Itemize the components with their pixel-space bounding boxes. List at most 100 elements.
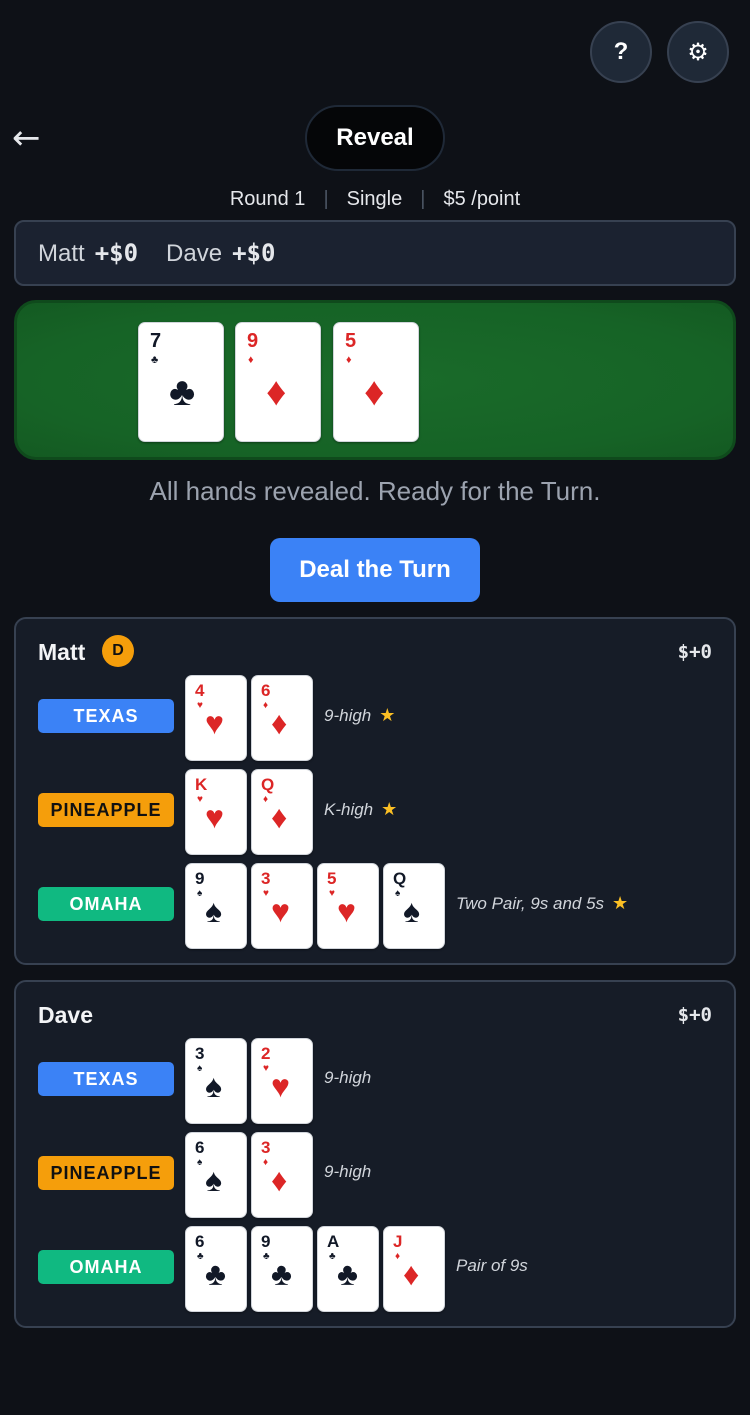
score-player-name: Dave xyxy=(166,239,223,267)
game-badge-pineapple: PINEAPPLE xyxy=(38,1156,174,1190)
card-suit-icon: ♥ xyxy=(337,893,356,929)
playing-card: 6 ♠ ♠ xyxy=(185,1132,247,1218)
playing-card: 7 ♣ ♣ xyxy=(138,322,224,442)
card-suit-small-icon: ♣ xyxy=(151,354,159,366)
hand-row-omaha: OMAHA 9 ♠ ♠ 3 ♥ ♥ 5 ♥ ♥ Q ♠ ♠ Two Pair, 9s and 5s ★ xyxy=(16,861,738,949)
card-rank: 6 xyxy=(195,1138,205,1157)
community-board: 7 ♣ ♣ 9 ♦ ♦ 5 ♦ ♦ xyxy=(14,300,736,460)
card-suit-small-icon: ♦ xyxy=(248,354,254,366)
card-rank: 9 xyxy=(247,330,259,352)
card-suit-icon: ♥ xyxy=(205,799,224,835)
hand-description: Two Pair, 9s and 5s ★ xyxy=(456,893,628,914)
player-total: $+0 xyxy=(677,1004,712,1026)
card-suit-icon: ♦ xyxy=(271,1162,288,1198)
player-name: Dave xyxy=(38,1002,93,1028)
card-suit-small-icon: ♥ xyxy=(197,700,203,711)
card-suit-icon: ♠ xyxy=(205,1068,222,1104)
playing-card: 3 ♠ ♠ xyxy=(185,1038,247,1124)
card-suit-small-icon: ♠ xyxy=(197,1157,203,1168)
hand-rank-text: Pair of 9s xyxy=(456,1256,528,1275)
card-suit-icon: ♣ xyxy=(271,1256,292,1292)
playing-card: 6 ♣ ♣ xyxy=(185,1226,247,1312)
playing-card: 5 ♦ ♦ xyxy=(333,322,419,442)
playing-card: 9 ♠ ♠ xyxy=(185,863,247,949)
player-name: Matt xyxy=(38,639,86,665)
separator: | xyxy=(420,188,426,210)
card-rank: 7 xyxy=(150,330,162,352)
playing-card: 4 ♥ ♥ xyxy=(185,675,247,761)
hand-row-texas: TEXAS 3 ♠ ♠ 2 ♥ ♥ 9-high xyxy=(16,1036,738,1124)
separator: | xyxy=(323,188,329,210)
game-badge-texas: TEXAS xyxy=(38,1062,174,1096)
playing-card: 5 ♥ ♥ xyxy=(317,863,379,949)
card-suit-icon: ♦ xyxy=(364,370,385,414)
card-suit-small-icon: ♠ xyxy=(197,1063,203,1074)
card-rank: 2 xyxy=(261,1044,271,1063)
player-panel-dave: Dave $+0 TEXAS 3 ♠ ♠ 2 ♥ ♥ 9-high PINEAPPLE 6 ♠ ♠ 3 ♦… xyxy=(14,980,736,1328)
card-suit-icon: ♦ xyxy=(266,370,287,414)
hand-rank-text: 9-high xyxy=(324,1162,372,1181)
score-amount: +$0 xyxy=(94,238,139,267)
playing-card: Q ♦ ♦ xyxy=(251,769,313,855)
playing-card: K ♥ ♥ xyxy=(185,769,247,855)
card-suit-small-icon: ♥ xyxy=(329,888,335,899)
card-suit-icon: ♠ xyxy=(205,1162,222,1198)
card-suit-small-icon: ♦ xyxy=(395,1251,401,1262)
card-suit-icon: ♥ xyxy=(271,1068,290,1104)
card-suit-icon: ♠ xyxy=(205,893,222,929)
card-suit-small-icon: ♠ xyxy=(395,888,401,899)
playing-card: Q ♠ ♠ xyxy=(383,863,445,949)
round-info: Round 1 | Single | $5 /point xyxy=(0,184,750,214)
settings-button[interactable]: ⚙ xyxy=(667,21,729,83)
playing-card: 3 ♥ ♥ xyxy=(251,863,313,949)
player-panel-matt: Matt D $+0 TEXAS 4 ♥ ♥ 6 ♦ ♦ 9-high ★ PINEAPPLE K ♥… xyxy=(14,617,736,965)
winner-star-icon: ★ xyxy=(379,705,396,726)
card-rank: A xyxy=(327,1232,340,1251)
card-suit-small-icon: ♦ xyxy=(263,700,269,711)
score-bar: Matt +$0 Dave +$0 xyxy=(14,220,736,286)
card-suit-icon: ♦ xyxy=(271,799,288,835)
card-rank: Q xyxy=(261,775,275,794)
hand-row-omaha: OMAHA 6 ♣ ♣ 9 ♣ ♣ A ♣ ♣ J ♦ ♦ Pair of 9s xyxy=(16,1224,738,1312)
hand-row-pineapple: PINEAPPLE K ♥ ♥ Q ♦ ♦ K-high ★ xyxy=(16,767,738,855)
score-amount: +$0 xyxy=(232,238,276,267)
deal-turn-button[interactable]: Deal the Turn xyxy=(270,538,480,602)
mode-label: Single xyxy=(346,188,403,210)
card-suit-icon: ♠ xyxy=(403,893,420,929)
card-suit-small-icon: ♠ xyxy=(197,888,203,899)
card-suit-icon: ♥ xyxy=(205,705,224,741)
card-suit-small-icon: ♣ xyxy=(263,1251,270,1262)
playing-card: J ♦ ♦ xyxy=(383,1226,445,1312)
card-rank: J xyxy=(393,1232,403,1251)
hand-rank-text: Two Pair, 9s and 5s xyxy=(456,894,605,913)
card-suit-icon: ♦ xyxy=(403,1256,420,1292)
score-entry: Matt +$0 xyxy=(38,239,138,268)
status-message: All hands revealed. Ready for the Turn. xyxy=(149,476,601,506)
hand-description: K-high ★ xyxy=(324,799,397,820)
score-entry: Dave +$0 xyxy=(166,239,275,268)
card-rank: 5 xyxy=(327,869,337,888)
winner-star-icon: ★ xyxy=(381,799,398,820)
hand-rank-text: K-high xyxy=(324,800,374,819)
score-player-name: Matt xyxy=(38,239,85,267)
player-total: $+0 xyxy=(677,641,712,663)
playing-card: 9 ♣ ♣ xyxy=(251,1226,313,1312)
card-rank: 9 xyxy=(195,869,205,888)
card-suit-icon: ♦ xyxy=(271,705,288,741)
card-rank: 4 xyxy=(195,681,205,700)
card-rank: 3 xyxy=(195,1044,205,1063)
card-suit-icon: ♣ xyxy=(169,370,196,414)
help-button[interactable]: ? xyxy=(590,21,652,83)
hand-rank-text: 9-high xyxy=(324,706,372,725)
card-suit-icon: ♣ xyxy=(205,1256,226,1292)
card-rank: 6 xyxy=(261,681,271,700)
stake-label: $5 /point xyxy=(443,188,521,210)
back-button[interactable]: ← xyxy=(12,118,41,158)
playing-card: 3 ♦ ♦ xyxy=(251,1132,313,1218)
game-badge-texas: TEXAS xyxy=(38,699,174,733)
card-suit-small-icon: ♣ xyxy=(329,1251,336,1262)
card-rank: 5 xyxy=(345,330,357,352)
round-label: Round 1 xyxy=(229,188,306,210)
hand-description: Pair of 9s xyxy=(456,1256,528,1276)
card-suit-small-icon: ♦ xyxy=(263,1157,269,1168)
